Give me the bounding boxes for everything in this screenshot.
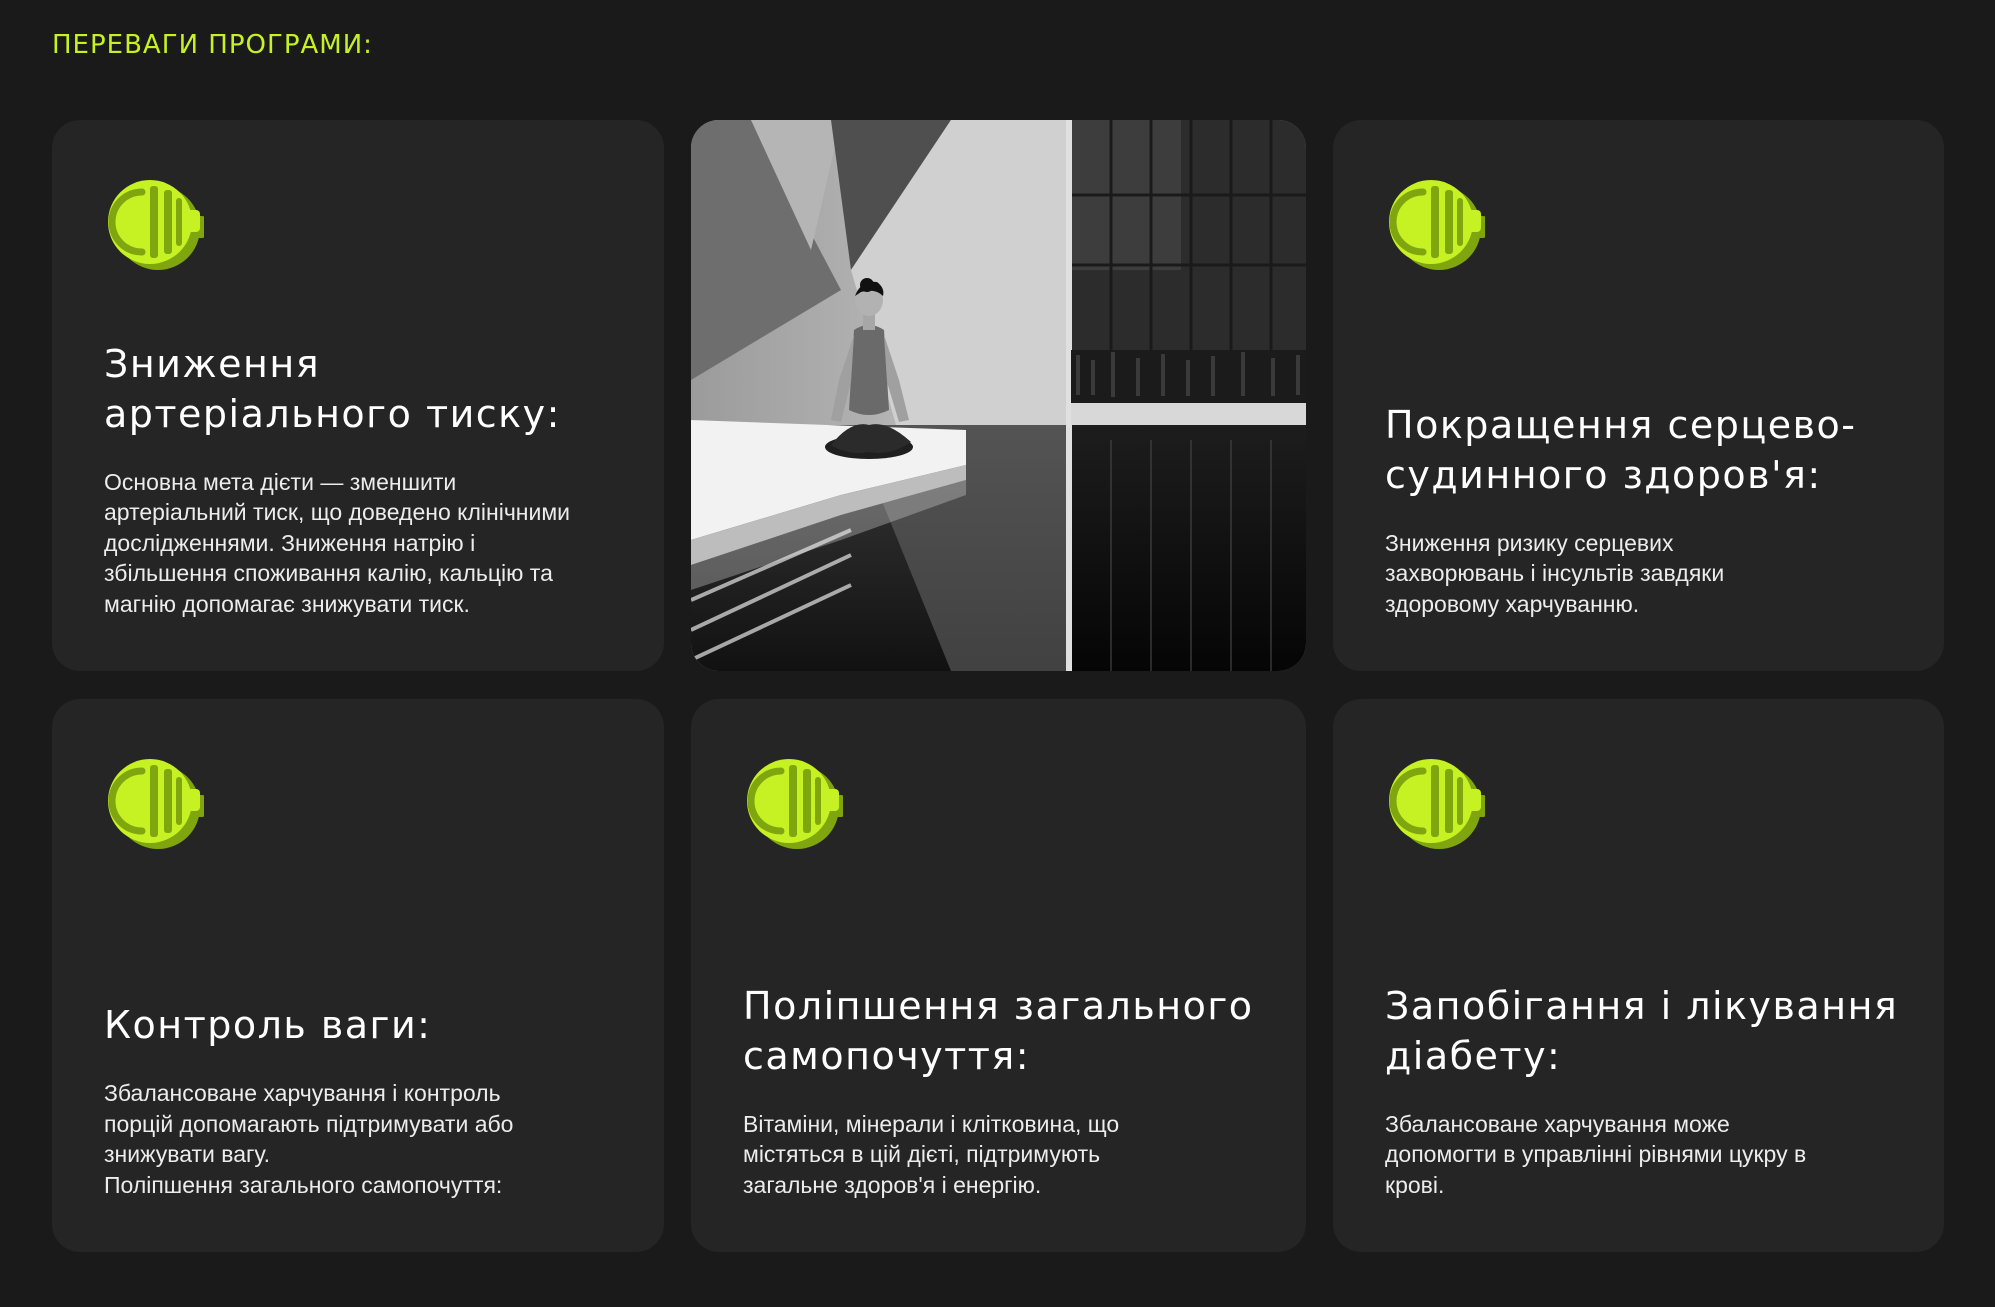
dumbbell-plate-icon — [1389, 180, 1485, 270]
card-title: Поліпшення загального самопочуття: — [743, 983, 1254, 1078]
card-title: Контроль ваги: — [104, 1003, 432, 1047]
card-description: Збалансоване харчування може допомогти в… — [1385, 1110, 1807, 1198]
woman-meditating-by-water-photo — [691, 120, 1306, 671]
card-description-extra: Поліпшення загального самопочуття: — [104, 1171, 503, 1198]
benefit-card-diabetes: Запобігання і лікування діабету: Збаланс… — [1333, 699, 1944, 1252]
card-description: Зниження ризику серцевих захворювань і і… — [1385, 529, 1725, 617]
benefit-card-blood-pressure: Зниження артеріального тиску: Основна ме… — [52, 120, 664, 671]
section-title: ПЕРЕВАГИ ПРОГРАМИ: — [52, 30, 373, 60]
benefit-card-cardiovascular: Покращення серцево-судинного здоров'я: З… — [1333, 120, 1944, 671]
dumbbell-plate-icon — [108, 180, 204, 270]
benefit-card-wellbeing: Поліпшення загального самопочуття: Вітам… — [691, 699, 1306, 1252]
benefit-card-weight-control: Контроль ваги: Збалансоване харчування і… — [52, 699, 664, 1252]
card-description: Збалансоване харчування і контроль порці… — [104, 1080, 514, 1167]
card-description: Вітаміни, мінерали і клітковина, що міст… — [743, 1110, 1120, 1198]
dumbbell-plate-icon — [108, 759, 204, 849]
meditation-photo-card — [691, 120, 1306, 671]
dumbbell-plate-icon — [1389, 759, 1485, 849]
card-title: Запобігання і лікування діабету: — [1385, 983, 1899, 1078]
card-title: Зниження артеріального тиску: — [104, 341, 561, 436]
dumbbell-plate-icon — [747, 759, 843, 849]
card-description: Основна мета дієти — зменшити артеріальн… — [104, 468, 571, 617]
card-title: Покращення серцево-судинного здоров'я: — [1385, 402, 1857, 497]
